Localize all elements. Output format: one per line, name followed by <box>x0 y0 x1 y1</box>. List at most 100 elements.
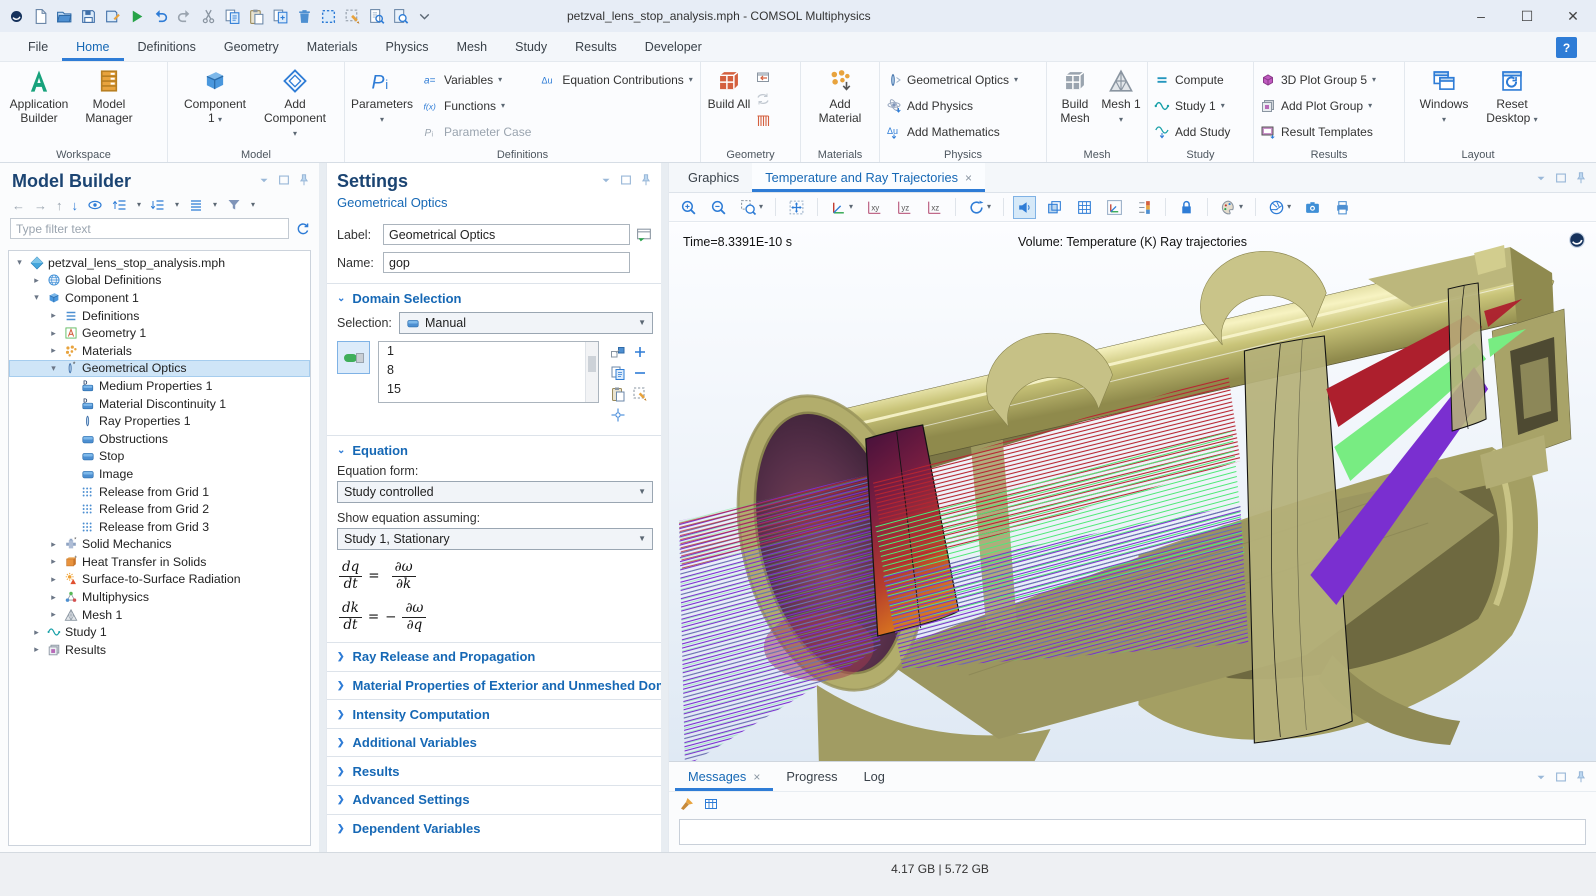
default-view-button[interactable]: ▾ <box>827 196 856 219</box>
tree-item-multiphysics[interactable]: ▸Multiphysics <box>9 588 310 606</box>
panel-float-icon[interactable] <box>619 173 633 187</box>
splitter[interactable] <box>661 163 668 852</box>
tab-temperature-and-ray-trajectories[interactable]: Temperature and Ray Trajectories× <box>752 163 985 192</box>
tree-item-medium-properties-1[interactable]: DMedium Properties 1 <box>9 377 310 395</box>
nav-back-icon[interactable]: ← <box>12 198 25 213</box>
add-component-button[interactable]: Add Component ▾ <box>262 65 328 139</box>
view-xz-button[interactable]: xz <box>923 196 946 219</box>
nav-forward-icon[interactable]: → <box>34 198 47 213</box>
study-1-button[interactable]: Study 1▾ <box>1154 93 1230 119</box>
minimize-button[interactable]: – <box>1458 0 1504 32</box>
transparency-button[interactable] <box>1043 196 1066 219</box>
comsol-logo-icon[interactable] <box>1568 231 1586 249</box>
tree-item-materials[interactable]: ▸Materials <box>9 342 310 360</box>
new-file-icon[interactable] <box>32 8 49 25</box>
menu-mesh[interactable]: Mesh <box>443 32 502 61</box>
panel-menu-icon[interactable] <box>1534 770 1548 784</box>
expander-icon[interactable]: ▸ <box>47 539 60 550</box>
panel-float-icon[interactable] <box>1554 171 1568 185</box>
expander-icon[interactable]: ▾ <box>30 292 43 303</box>
tree-item-heat-transfer-in-solids[interactable]: ▸*Heat Transfer in Solids <box>9 553 310 571</box>
tree-item-surface-to-surface-radiation[interactable]: ▸Surface-to-Surface Radiation <box>9 571 310 589</box>
run-icon[interactable] <box>128 8 145 25</box>
section-results[interactable]: ❯Results <box>327 756 661 785</box>
graphics-canvas[interactable]: Time=8.3391E-10 s Volume: Temperature (K… <box>669 223 1596 761</box>
zoom-box-button[interactable]: ▾ <box>737 196 766 219</box>
section-ray-release-and-propagation[interactable]: ❯Ray Release and Propagation <box>327 642 661 671</box>
menu-results[interactable]: Results <box>561 32 631 61</box>
section-domain-selection[interactable]: ⌄Domain Selection <box>327 284 661 312</box>
add-study-button[interactable]: Add Study <box>1154 119 1230 145</box>
section-material-properties-of-exterior-and-unmeshed-domains[interactable]: ❯Material Properties of Exterior and Unm… <box>327 671 661 700</box>
snapshot-button[interactable] <box>1301 196 1324 219</box>
rename-icon[interactable] <box>636 226 653 243</box>
tree-item-study-1[interactable]: ▸Study 1 <box>9 623 310 641</box>
panel-menu-icon[interactable] <box>1534 171 1548 185</box>
menu-physics[interactable]: Physics <box>371 32 442 61</box>
section-advanced-settings[interactable]: ❯Advanced Settings <box>327 785 661 814</box>
copy-icon[interactable] <box>224 8 241 25</box>
windows-button[interactable]: Windows▾ <box>1415 65 1473 125</box>
tree-item-petzval-lens-stop-analysis-mph[interactable]: ▾petzval_lens_stop_analysis.mph <box>9 254 310 272</box>
selection-dropdown[interactable]: Manual ▼ <box>399 312 653 334</box>
equation-form-dropdown[interactable]: Study controlled▼ <box>337 481 653 503</box>
expander-icon[interactable]: ▸ <box>30 627 43 638</box>
save-icon[interactable] <box>80 8 97 25</box>
filter-icon[interactable] <box>226 197 242 213</box>
parameters-button[interactable]: Pi Parameters▾ <box>351 65 413 145</box>
section-dependent-variables[interactable]: ❯Dependent Variables <box>327 814 661 843</box>
menu-materials[interactable]: Materials <box>293 32 372 61</box>
compute-button[interactable]: Compute <box>1154 67 1230 93</box>
paste-icon[interactable] <box>248 8 265 25</box>
undo-icon[interactable] <box>152 8 169 25</box>
expander-icon[interactable]: ▾ <box>13 257 26 268</box>
mesh-1-button[interactable]: Mesh 1 ▾ <box>1101 65 1141 125</box>
menu-file[interactable]: File <box>14 32 62 61</box>
select-box-icon[interactable] <box>320 8 337 25</box>
tree-item-release-from-grid-3[interactable]: Release from Grid 3 <box>9 518 310 536</box>
geom-comb-icon[interactable] <box>755 113 771 129</box>
tree-item-image[interactable]: Image <box>9 465 310 483</box>
expander-icon[interactable]: ▸ <box>47 574 60 585</box>
comsol-logo-icon[interactable] <box>8 8 25 25</box>
search-icon[interactable] <box>392 8 409 25</box>
selection-list[interactable]: 1815 <box>378 341 599 403</box>
panel-pin-icon[interactable] <box>297 173 311 187</box>
expander-icon[interactable]: ▸ <box>30 275 43 286</box>
zoom-in-button[interactable] <box>677 196 700 219</box>
paste-selection-icon[interactable] <box>610 386 626 402</box>
duplicate-icon[interactable] <box>272 8 289 25</box>
print-button[interactable] <box>1331 196 1354 219</box>
expander-icon[interactable]: ▾ <box>47 363 60 374</box>
collapse-all-icon[interactable] <box>112 197 128 213</box>
table-icon[interactable] <box>703 796 719 812</box>
close-icon[interactable]: × <box>965 171 972 185</box>
panel-float-icon[interactable] <box>1554 770 1568 784</box>
expander-icon[interactable]: ▸ <box>47 556 60 567</box>
clear-selection-icon[interactable] <box>632 386 648 402</box>
menu-definitions[interactable]: Definitions <box>124 32 210 61</box>
3d-scene[interactable] <box>669 223 1596 761</box>
grid-button[interactable] <box>1073 196 1096 219</box>
tree-item-ray-properties-1[interactable]: Ray Properties 1 <box>9 412 310 430</box>
tree-item-component-1[interactable]: ▾Component 1 <box>9 289 310 307</box>
view-yz-button[interactable]: yz <box>893 196 916 219</box>
geom-import-icon[interactable] <box>755 69 771 85</box>
expander-icon[interactable]: ▸ <box>47 310 60 321</box>
maximize-button[interactable]: ☐ <box>1504 0 1550 32</box>
model-manager-button[interactable]: Model Manager <box>76 65 142 125</box>
active-toggle-button[interactable] <box>337 341 370 374</box>
section-intensity-computation[interactable]: ❯Intensity Computation <box>327 699 661 728</box>
tree-item-material-discontinuity-1[interactable]: DMaterial Discontinuity 1 <box>9 395 310 413</box>
clear-messages-icon[interactable] <box>679 796 695 812</box>
application-builder-button[interactable]: Application Builder <box>6 65 72 125</box>
move-down-icon[interactable]: ↓ <box>72 198 79 213</box>
selection-entry[interactable]: 15 <box>379 380 598 399</box>
close-button[interactable]: ✕ <box>1550 0 1596 32</box>
tab-log[interactable]: Log <box>851 762 898 791</box>
show-options-icon[interactable] <box>87 197 103 213</box>
result-templates-button[interactable]: Result Templates <box>1260 119 1376 145</box>
color-legend-button[interactable] <box>1133 196 1156 219</box>
tree-item-global-definitions[interactable]: ▸Global Definitions <box>9 272 310 290</box>
add-mathematics-button[interactable]: ΔuAdd Mathematics <box>886 119 1018 145</box>
